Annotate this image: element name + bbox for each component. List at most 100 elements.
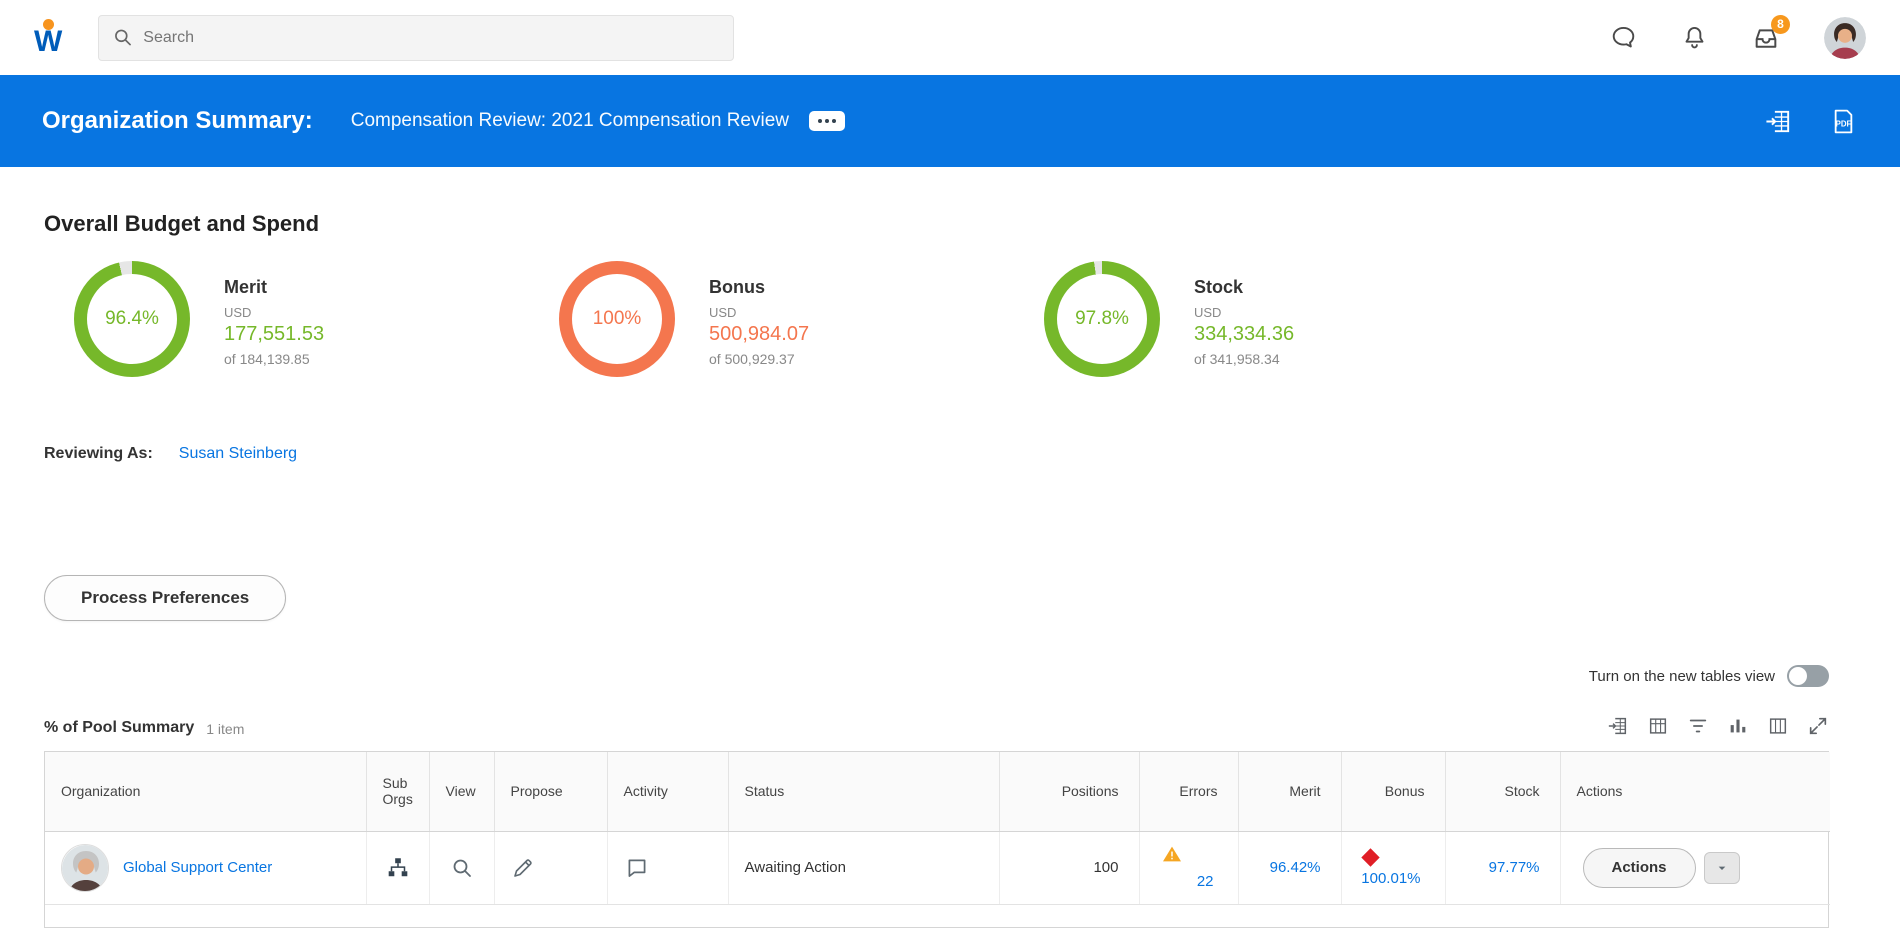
grid-icon: [1649, 718, 1667, 734]
pool-summary-grid: Organization Sub Orgs View Propose Activ…: [44, 751, 1830, 928]
merit-value-link[interactable]: 96.42%: [1270, 859, 1321, 876]
stock-donut-chart: 97.8%: [1044, 261, 1160, 377]
stock-info: Stock USD 334,334.36 of 341,958.34: [1194, 261, 1294, 367]
organization-cell: Global Support Center: [61, 843, 350, 892]
search-input[interactable]: [143, 28, 720, 47]
org-hierarchy-icon: [388, 857, 407, 876]
reviewing-as-link[interactable]: Susan Steinberg: [179, 445, 297, 463]
profile-avatar[interactable]: [1824, 16, 1866, 59]
fullscreen-icon: [1809, 717, 1827, 735]
grid-view-button[interactable]: [1647, 715, 1669, 737]
donut-hole: 100%: [572, 274, 662, 364]
global-search[interactable]: [98, 14, 735, 61]
search-icon: [115, 29, 132, 46]
notifications-button[interactable]: [1681, 24, 1708, 51]
col-status: Status: [728, 752, 1000, 832]
table-row: Global Support Center Awaiting Action 10…: [45, 831, 1830, 905]
excel-export-icon: [1766, 110, 1790, 132]
col-stock: Stock: [1445, 752, 1561, 832]
stock-label: Stock: [1194, 277, 1244, 297]
org-avatar-icon: [62, 844, 108, 891]
activity-button[interactable]: [624, 855, 650, 881]
speech-bubble-icon: [628, 859, 645, 877]
top-bar: W 8: [0, 0, 1900, 75]
col-organization: Organization: [45, 752, 367, 832]
merit-label: Merit: [224, 277, 268, 297]
org-avatar: [61, 843, 109, 892]
stock-currency: USD: [1194, 305, 1222, 320]
merit-currency: USD: [224, 305, 252, 320]
inbox-wrapper: 8: [1752, 14, 1790, 52]
grid-export-excel-button[interactable]: [1607, 715, 1629, 737]
bar-chart-icon: [1730, 719, 1746, 733]
filter-icon: [1689, 719, 1707, 733]
stock-percent: 97.8%: [1075, 308, 1129, 329]
table-columns-icon: [1769, 718, 1787, 734]
col-sub-orgs: Sub Orgs: [366, 752, 430, 832]
chart-view-button[interactable]: [1727, 715, 1749, 737]
pencil-icon: [513, 858, 532, 877]
pool-summary-title: % of Pool Summary: [44, 719, 195, 736]
positions-cell: 100: [999, 831, 1140, 905]
bell-icon: [1685, 26, 1704, 49]
stock-total: of 341,958.34: [1194, 351, 1280, 367]
merit-info: Merit USD 177,551.53 of 184,139.85: [224, 261, 324, 367]
toggle-knob: [1789, 667, 1807, 685]
pdf-icon: PDF: [1834, 109, 1853, 133]
main-content: Overall Budget and Spend 96.4% Merit USD…: [0, 211, 1900, 928]
tables-view-toggle[interactable]: [1787, 665, 1829, 687]
budget-donut-stock: 97.8% Stock USD 334,334.36 of 341,958.34: [1044, 261, 1529, 377]
pool-summary-count: 1 item: [206, 721, 245, 737]
bonus-percent: 100%: [592, 308, 642, 329]
col-actions: Actions: [1560, 752, 1830, 832]
view-button[interactable]: [450, 856, 474, 880]
process-preferences-button[interactable]: Process Preferences: [44, 575, 287, 621]
errors-count-link[interactable]: 22: [1197, 873, 1214, 890]
errors-cell: 22: [1156, 839, 1218, 896]
bonus-value-link[interactable]: 100.01%: [1361, 870, 1420, 887]
column-settings-button[interactable]: [1767, 715, 1789, 737]
row-actions-button[interactable]: Actions: [1582, 847, 1696, 888]
stock-value-link[interactable]: 97.77%: [1489, 859, 1540, 876]
donut-hole: 97.8%: [1057, 274, 1147, 364]
merit-total: of 184,139.85: [224, 351, 310, 367]
page-title: Organization Summary:: [42, 107, 313, 134]
bonus-label: Bonus: [709, 277, 765, 297]
bonus-amount: 500,984.07: [709, 323, 810, 345]
donut-hole: 96.4%: [87, 274, 177, 364]
sub-orgs-button[interactable]: [385, 855, 411, 881]
chat-bubble-icon: [1612, 26, 1635, 48]
col-errors: Errors: [1139, 752, 1239, 832]
warning-triangle-icon: [1162, 845, 1182, 867]
export-to-pdf-button[interactable]: PDF: [1829, 107, 1858, 136]
col-bonus: Bonus: [1341, 752, 1446, 832]
col-view: View: [429, 752, 495, 832]
magnifier-icon: [453, 859, 471, 877]
expand-grid-button[interactable]: [1807, 715, 1829, 737]
bonus-cell: 100.01%: [1358, 842, 1425, 893]
tables-toggle-label: Turn on the new tables view: [1588, 667, 1775, 685]
inbox-badge: 8: [1771, 14, 1790, 34]
organization-link[interactable]: Global Support Center: [123, 859, 272, 876]
reviewing-as: Reviewing As: Susan Steinberg: [44, 445, 1856, 463]
col-positions: Positions: [999, 752, 1140, 832]
user-avatar-icon: [1824, 16, 1866, 59]
row-actions-dropdown-button[interactable]: [1703, 851, 1740, 884]
chevron-down-icon: [1718, 866, 1725, 870]
ellipsis-dot: [818, 119, 823, 123]
col-propose: Propose: [494, 752, 608, 832]
workday-logo[interactable]: W: [34, 18, 62, 57]
propose-button[interactable]: [511, 856, 535, 880]
page-subtitle: Compensation Review: 2021 Compensation R…: [350, 110, 790, 131]
budget-donut-row: 96.4% Merit USD 177,551.53 of 184,139.85…: [74, 261, 1856, 377]
related-actions-button[interactable]: [809, 111, 846, 131]
ellipsis-dot: [832, 119, 837, 123]
filter-button[interactable]: [1687, 715, 1709, 737]
export-to-excel-button[interactable]: [1764, 107, 1793, 136]
tables-view-toggle-row: Turn on the new tables view: [44, 665, 1829, 687]
budget-heading: Overall Budget and Spend: [44, 211, 320, 236]
col-activity: Activity: [607, 752, 729, 832]
svg-text:PDF: PDF: [1836, 119, 1852, 128]
chat-button[interactable]: [1610, 24, 1637, 51]
merit-amount: 177,551.53: [224, 323, 325, 345]
